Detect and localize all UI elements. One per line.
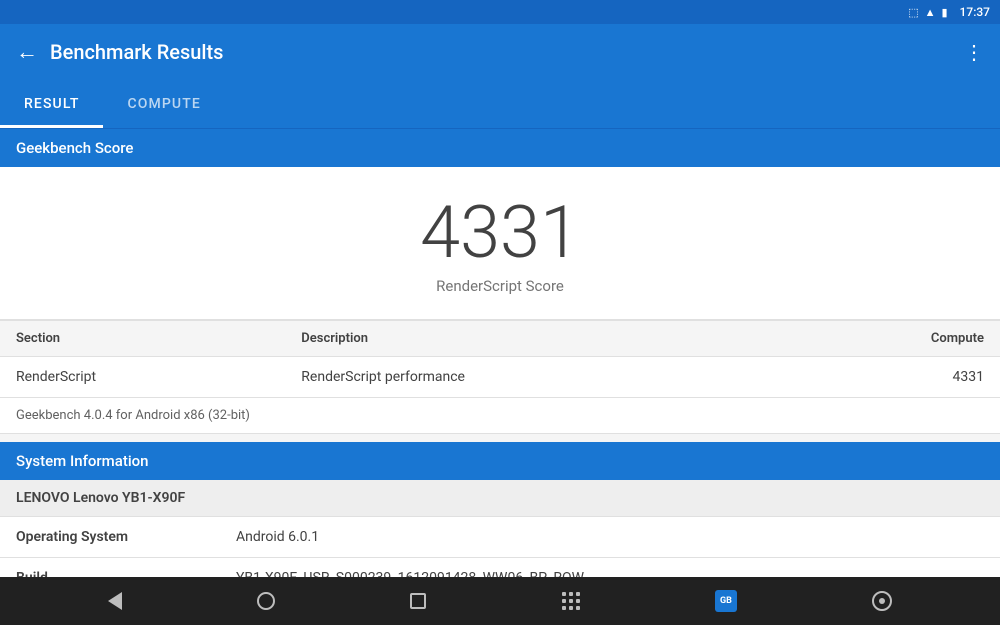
settings-icon (872, 591, 892, 611)
info-label-build: Build (0, 558, 220, 578)
nav-apps-button[interactable] (562, 592, 580, 610)
table-header-row: Section Description Compute (0, 321, 1000, 357)
wifi-icon: ▲ (925, 6, 936, 19)
results-table: Section Description Compute RenderScript… (0, 320, 1000, 398)
nav-bar: GB (0, 577, 1000, 625)
score-number: 4331 (16, 197, 984, 269)
score-card: 4331 RenderScript Score (0, 167, 1000, 320)
geekbench-score-header: Geekbench Score (0, 129, 1000, 167)
info-value-os: Android 6.0.1 (220, 517, 1000, 557)
status-time: 17:37 (960, 5, 990, 19)
score-label: RenderScript Score (16, 277, 984, 295)
nav-home-button[interactable] (257, 592, 275, 610)
status-bar: ⬚ ▲ ▮ 17:37 (0, 0, 1000, 24)
app-bar: ← Benchmark Results ⋮ (0, 24, 1000, 80)
geekbench-score-section: Geekbench Score 4331 RenderScript Score … (0, 129, 1000, 434)
info-value-build: YB1-X90F_USR_S000239_1612091428_WW06_BP_… (220, 558, 1000, 578)
nav-geekbench-button[interactable]: GB (715, 590, 737, 612)
info-row-os: Operating System Android 6.0.1 (0, 517, 1000, 558)
status-bar-icons: ⬚ ▲ ▮ 17:37 (908, 5, 990, 19)
system-info-section: System Information LENOVO Lenovo YB1-X90… (0, 442, 1000, 578)
overflow-menu-button[interactable]: ⋮ (964, 40, 984, 64)
main-content: Geekbench Score 4331 RenderScript Score … (0, 129, 1000, 578)
footer-note: Geekbench 4.0.4 for Android x86 (32-bit) (0, 398, 1000, 434)
nav-back-button[interactable] (108, 592, 122, 610)
nav-recents-button[interactable] (410, 593, 426, 609)
cell-description: RenderScript performance (285, 357, 783, 398)
tabs-bar: RESULT COMPUTE (0, 80, 1000, 129)
cell-compute: 4331 (783, 357, 1000, 398)
nav-settings-button[interactable] (872, 591, 892, 611)
battery-icon: ▮ (941, 6, 947, 19)
info-row-build: Build YB1-X90F_USR_S000239_1612091428_WW… (0, 558, 1000, 578)
col-description: Description (285, 321, 783, 357)
col-compute: Compute (783, 321, 1000, 357)
tab-compute[interactable]: COMPUTE (103, 80, 224, 128)
app-title: Benchmark Results (50, 40, 964, 64)
device-title: LENOVO Lenovo YB1-X90F (0, 480, 1000, 517)
back-button[interactable]: ← (16, 39, 38, 65)
tab-result[interactable]: RESULT (0, 80, 103, 128)
system-info-header: System Information (0, 442, 1000, 480)
screenshot-icon: ⬚ (908, 6, 918, 19)
table-row: RenderScript RenderScript performance 43… (0, 357, 1000, 398)
cell-section: RenderScript (0, 357, 285, 398)
col-section: Section (0, 321, 285, 357)
info-label-os: Operating System (0, 517, 220, 557)
